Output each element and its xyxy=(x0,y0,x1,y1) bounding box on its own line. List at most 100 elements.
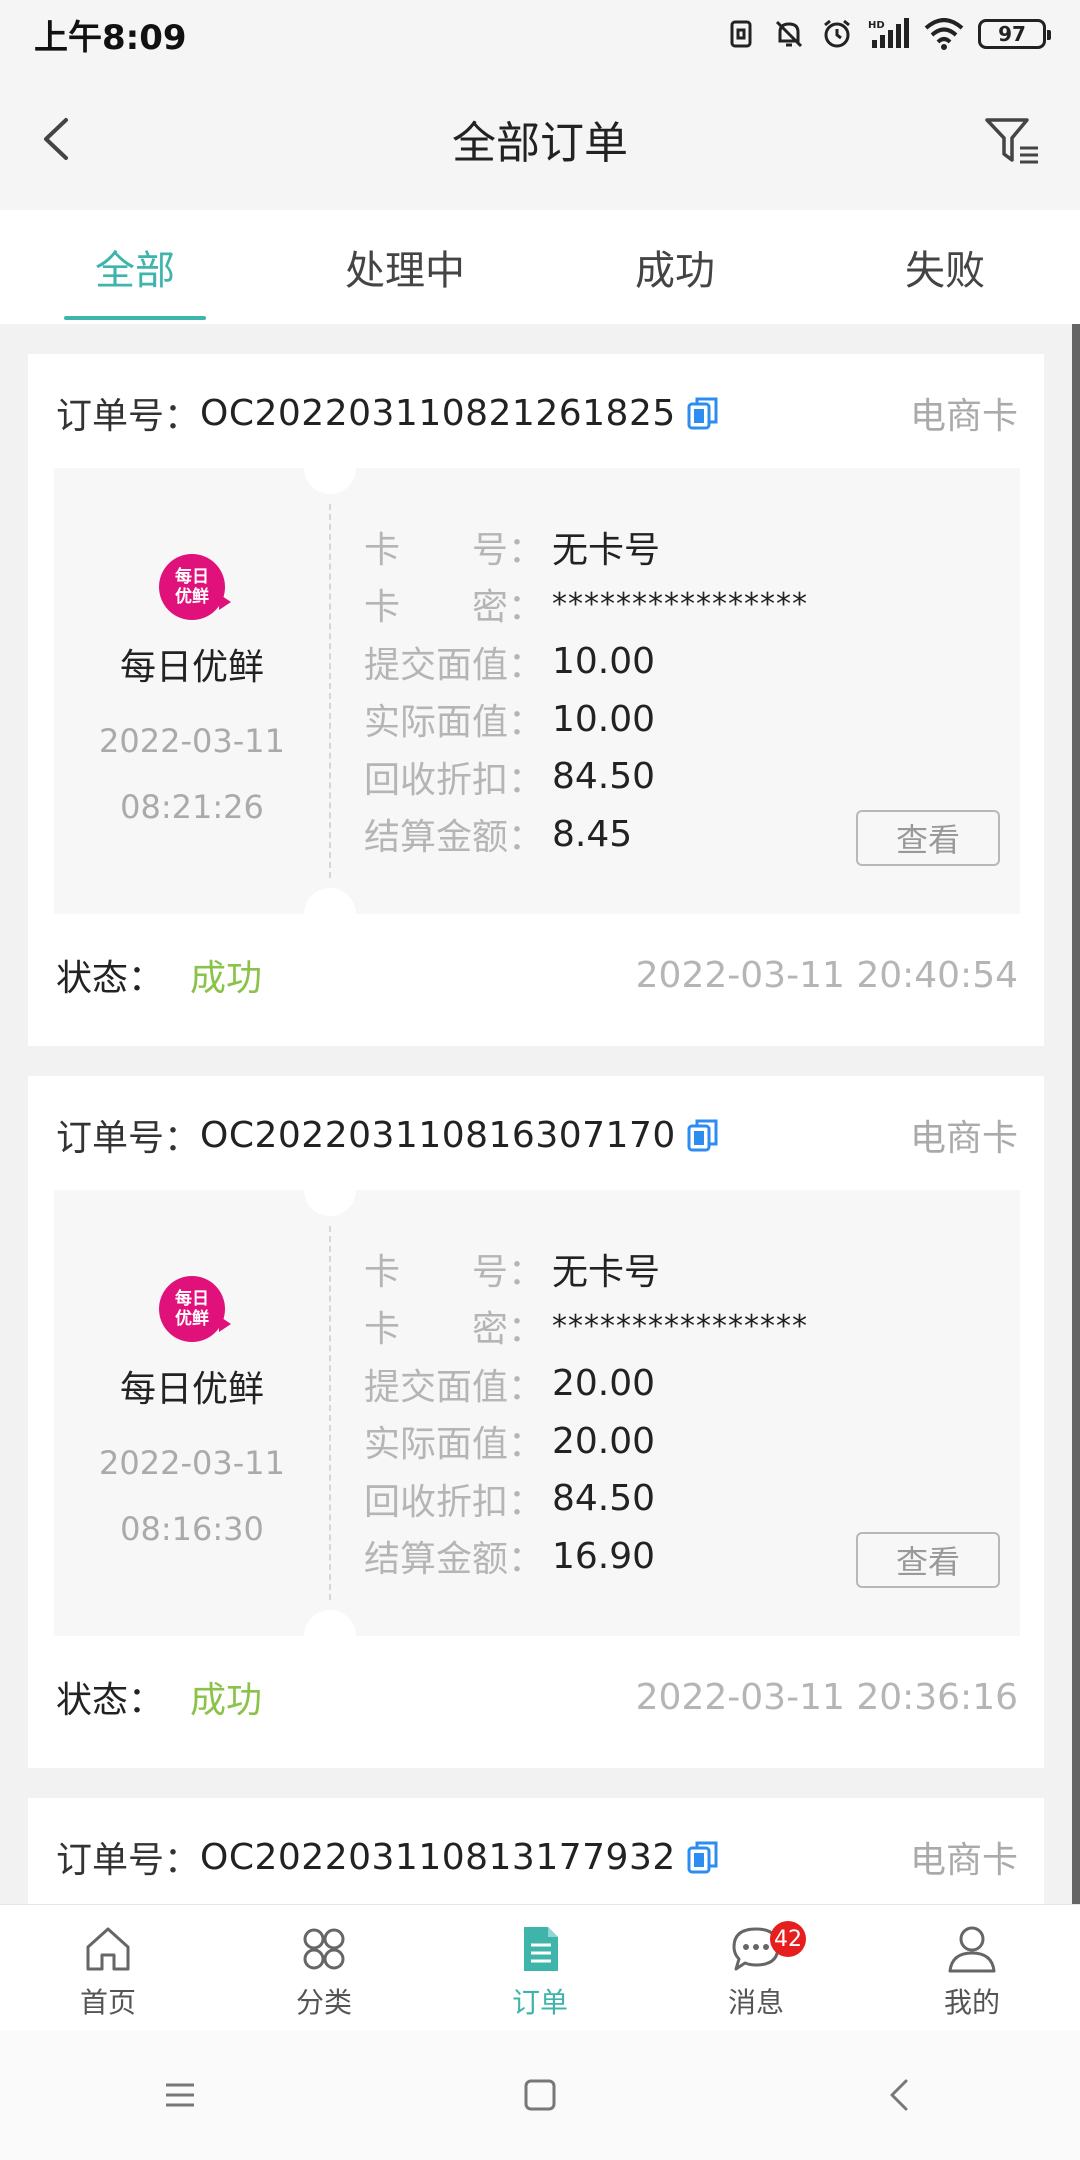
actual-value-row: 实际面值： 20.00 xyxy=(364,1420,656,1466)
submit-date: 2022-03-11 xyxy=(99,722,285,760)
settle-amount-value: 8.45 xyxy=(552,813,633,855)
copy-icon[interactable] xyxy=(684,393,724,433)
card-pwd-value: **************** xyxy=(552,1308,808,1344)
copy-icon[interactable] xyxy=(684,1115,724,1155)
battery-indicator: 97 xyxy=(978,19,1051,49)
mute-bell-icon xyxy=(775,20,803,48)
card-no-value: 无卡号 xyxy=(552,1251,661,1293)
menu-icon[interactable] xyxy=(160,2075,200,2115)
view-button[interactable]: 查看 xyxy=(856,1532,1000,1588)
page-title: 全部订单 xyxy=(452,118,628,169)
card-type: 电商卡 xyxy=(909,1840,1018,1881)
order-number: OC202203110821261825 xyxy=(200,392,676,434)
home-icon xyxy=(86,1927,130,1971)
filter-icon[interactable] xyxy=(984,116,1040,166)
finish-time: 2022-03-11 20:36:16 xyxy=(635,1676,1018,1718)
order-card[interactable]: 订单号： OC202203110813177932 电商卡 xyxy=(28,1798,1044,1904)
view-button[interactable]: 查看 xyxy=(856,810,1000,866)
order-footer: 状态： 成功 2022-03-11 20:36:16 xyxy=(56,1672,1018,1722)
status-label: 状态： xyxy=(56,958,165,999)
status-label: 状态： xyxy=(56,1680,165,1721)
nav-label: 订单 xyxy=(511,1986,568,2019)
nav-home[interactable]: 首页 xyxy=(0,1905,216,2030)
order-header: 订单号： OC202203110816307170 电商卡 xyxy=(56,1110,1018,1160)
submit-time: 08:16:30 xyxy=(120,1510,264,1548)
tab-processing[interactable]: 处理中 xyxy=(270,210,540,324)
order-no-label: 订单号： xyxy=(56,1840,201,1881)
brand-logo: 每日 优鲜 xyxy=(159,554,231,620)
unread-badge: 42 xyxy=(770,1921,806,1957)
nav-orders[interactable]: 订单 xyxy=(432,1905,648,2030)
card-type: 电商卡 xyxy=(909,396,1018,437)
discount-row: 回收折扣： 84.50 xyxy=(364,756,656,801)
brand-logo: 每日 优鲜 xyxy=(159,1276,231,1342)
status-badge: 成功 xyxy=(190,1680,263,1721)
tab-success[interactable]: 成功 xyxy=(540,210,810,324)
discount-value: 84.50 xyxy=(552,756,656,798)
back-icon[interactable] xyxy=(880,2075,920,2115)
order-number: OC202203110813177932 xyxy=(200,1836,676,1878)
order-no-label: 订单号： xyxy=(56,1118,201,1159)
order-icon xyxy=(524,1927,558,1971)
nav-profile[interactable]: 我的 xyxy=(864,1905,1080,2030)
order-card[interactable]: 订单号： OC202203110816307170 电商卡 每日 优鲜 每日优鲜… xyxy=(28,1076,1044,1768)
order-card[interactable]: 订单号： OC202203110821261825 电商卡 每日 优鲜 每日优鲜… xyxy=(28,354,1044,1046)
signal-icon: HD xyxy=(868,18,909,48)
discount-row: 回收折扣： 84.50 xyxy=(364,1478,656,1523)
nav-messages[interactable]: 消息 42 xyxy=(648,1905,864,2030)
status-icons: HD 97 xyxy=(726,17,1051,51)
card-pwd-value: **************** xyxy=(552,586,808,622)
actual-value: 20.00 xyxy=(552,1420,656,1462)
scrollbar[interactable] xyxy=(1072,324,1080,1904)
order-header: 订单号： OC202203110821261825 电商卡 xyxy=(56,388,1018,438)
submit-date: 2022-03-11 xyxy=(99,1444,285,1482)
submit-time: 08:21:26 xyxy=(120,788,264,826)
submit-value: 10.00 xyxy=(552,641,656,683)
card-type: 电商卡 xyxy=(909,1118,1018,1159)
nav-label: 分类 xyxy=(295,1986,352,2019)
nav-label: 消息 xyxy=(727,1986,784,2019)
nav-category[interactable]: 分类 xyxy=(216,1905,432,2030)
tab-all[interactable]: 全部 xyxy=(0,210,270,324)
status-badge: 成功 xyxy=(190,958,263,999)
nav-label: 首页 xyxy=(79,1986,136,2019)
actual-value: 10.00 xyxy=(552,698,656,740)
order-tabs: 全部 处理中 成功 失败 xyxy=(0,210,1080,324)
brand-name: 每日优鲜 xyxy=(119,1369,264,1410)
back-button[interactable] xyxy=(36,114,76,164)
card-pwd-row: 卡 密： **************** xyxy=(364,1308,808,1351)
order-no-label: 订单号： xyxy=(56,396,201,437)
profile-icon xyxy=(948,1926,996,1973)
submit-value: 20.00 xyxy=(552,1363,656,1405)
settle-amount-value: 16.90 xyxy=(552,1535,656,1577)
order-ticket: 每日 优鲜 每日优鲜 2022-03-11 08:16:30 卡 号： 无卡号 卡… xyxy=(54,1164,1020,1662)
card-no-value: 无卡号 xyxy=(552,529,661,571)
nav-label: 我的 xyxy=(943,1986,1000,2019)
submit-value-row: 提交面值： 20.00 xyxy=(364,1363,656,1408)
home-square-icon[interactable] xyxy=(520,2075,560,2115)
brand-name: 每日优鲜 xyxy=(119,647,264,688)
order-list[interactable]: 订单号： OC202203110821261825 电商卡 每日 优鲜 每日优鲜… xyxy=(0,324,1080,1904)
status-time: 上午8:09 xyxy=(34,17,187,58)
order-footer: 状态： 成功 2022-03-11 20:40:54 xyxy=(56,950,1018,1000)
nfc-icon xyxy=(730,20,752,48)
app-header: 全部订单 xyxy=(0,68,1080,210)
bottom-nav: 首页 分类 订单 消息 42 我的 xyxy=(0,1904,1080,2030)
brand-info: 每日 优鲜 每日优鲜 2022-03-11 08:16:30 xyxy=(54,1190,330,1636)
svg-text:HD: HD xyxy=(868,20,885,31)
copy-icon[interactable] xyxy=(684,1837,724,1877)
tab-failed[interactable]: 失败 xyxy=(810,210,1080,324)
card-pwd-row: 卡 密： **************** xyxy=(364,586,808,629)
order-number: OC202203110816307170 xyxy=(200,1114,676,1156)
brand-info: 每日 优鲜 每日优鲜 2022-03-11 08:21:26 xyxy=(54,468,330,914)
submit-value-row: 提交面值： 10.00 xyxy=(364,641,656,686)
card-no-row: 卡 号： 无卡号 xyxy=(364,518,994,576)
card-no-row: 卡 号： 无卡号 xyxy=(364,1240,994,1298)
system-nav xyxy=(0,2030,1080,2160)
discount-value: 84.50 xyxy=(552,1478,656,1520)
category-icon xyxy=(303,1928,345,1970)
finish-time: 2022-03-11 20:40:54 xyxy=(635,954,1018,996)
order-ticket: 每日 优鲜 每日优鲜 2022-03-11 08:21:26 卡 号： 无卡号 卡… xyxy=(54,442,1020,940)
status-bar: 上午8:09 HD 97 xyxy=(0,0,1080,68)
actual-value-row: 实际面值： 10.00 xyxy=(364,698,656,744)
